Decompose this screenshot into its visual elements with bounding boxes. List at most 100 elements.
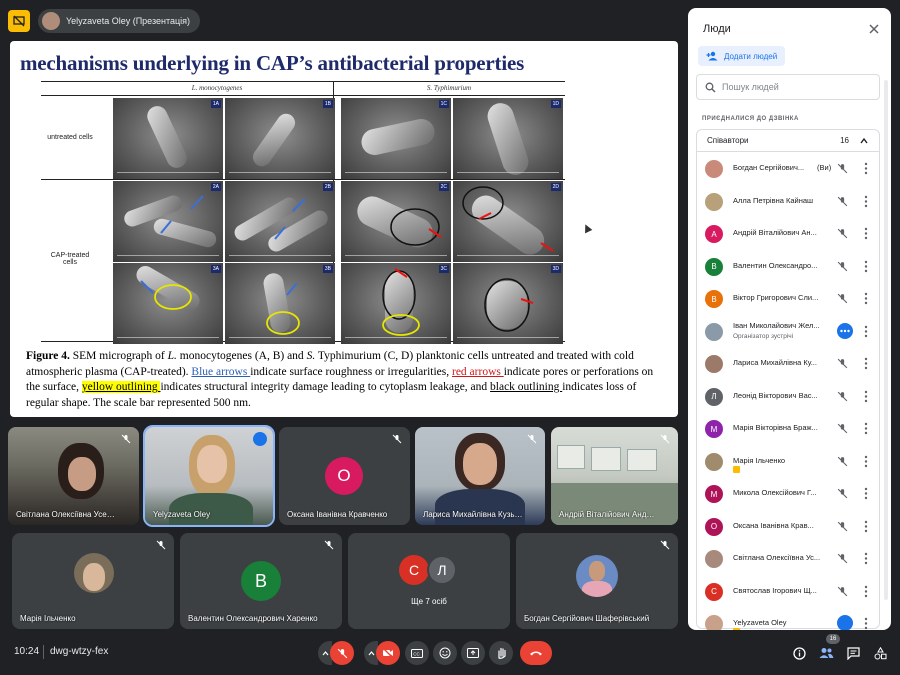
mic-off-icon[interactable] xyxy=(837,456,848,467)
header-divider xyxy=(41,95,565,96)
participant-row[interactable]: Іван Миколайович Жел... Організатор зустр… xyxy=(697,316,879,348)
close-icon[interactable] xyxy=(867,22,881,36)
add-people-button[interactable]: Додати людей xyxy=(698,46,786,66)
mic-off-icon[interactable] xyxy=(837,261,848,272)
more-vert-icon[interactable] xyxy=(864,357,868,370)
raise-hand-icon xyxy=(733,628,740,630)
mic-off-icon[interactable] xyxy=(837,586,848,597)
avatar: В xyxy=(705,257,723,276)
meeting-clock: 10:24 xyxy=(14,646,40,657)
emoji-button[interactable] xyxy=(433,641,457,665)
mic-off-icon[interactable] xyxy=(837,293,848,304)
participant-row[interactable]: В Валентин Олександро... xyxy=(697,251,879,283)
participant-name: Yelyzaveta Oley xyxy=(153,510,211,519)
more-vert-icon[interactable] xyxy=(864,292,868,305)
panel-label: 2D xyxy=(550,183,561,191)
panel-label: 1D xyxy=(550,100,561,108)
more-vert-icon[interactable] xyxy=(864,390,868,403)
participant-row[interactable]: Світлана Олексіївна Ус... xyxy=(697,543,879,575)
video-tile[interactable]: Марія Ільченко xyxy=(12,533,174,629)
participant-row[interactable]: Лариса Михайлівна Ку... xyxy=(697,348,879,380)
panel-label: 1B xyxy=(322,100,333,108)
participant-row[interactable]: Yelyzaveta Oley xyxy=(697,608,879,630)
chevron-up-icon xyxy=(322,650,328,655)
participant-row[interactable]: М Марія Вікторівна Браж... xyxy=(697,413,879,445)
more-options-icon[interactable] xyxy=(837,322,853,339)
more-vert-icon[interactable] xyxy=(864,552,868,565)
activities-button[interactable] xyxy=(871,644,889,662)
panel-scrollbar[interactable] xyxy=(884,80,888,600)
participant-row[interactable]: Л Леонід Вікторович Вас... xyxy=(697,381,879,413)
video-tile-active[interactable]: Yelyzaveta Oley xyxy=(143,425,275,527)
participant-row[interactable]: В Віктор Григорович Сли... xyxy=(697,283,879,315)
micrograph-2c: 2C xyxy=(341,181,451,262)
more-vert-icon[interactable] xyxy=(864,325,868,338)
more-vert-icon[interactable] xyxy=(864,455,868,468)
mic-off-icon[interactable] xyxy=(837,228,848,239)
micrograph-1b: 1B xyxy=(225,98,335,179)
participant-name: Андрій Віталійович Андру... xyxy=(559,510,658,519)
participant-row[interactable]: А Андрій Віталійович Ан... xyxy=(697,218,879,250)
avatar: М xyxy=(705,420,723,438)
panel-label: 3B xyxy=(322,265,333,273)
contributors-group: Співавтори 16 Богдан Сергійович... (Ви) Ал… xyxy=(696,129,880,630)
avatar xyxy=(705,355,723,373)
more-vert-icon[interactable] xyxy=(864,585,868,598)
search-people-input[interactable]: Пошук людей xyxy=(696,74,880,100)
participant-name: Святослав Ігорович Щ... xyxy=(733,585,817,595)
mic-off-icon[interactable] xyxy=(837,163,848,174)
mic-off-icon xyxy=(324,540,334,550)
more-vert-icon[interactable] xyxy=(864,162,868,175)
more-vert-icon[interactable] xyxy=(864,422,868,435)
presenter-chip[interactable]: Yelyzaveta Oley (Презентація) xyxy=(38,9,201,33)
captions-button[interactable]: CC xyxy=(405,641,429,665)
row-label-untreated: untreated cells xyxy=(47,134,93,141)
mic-off-icon[interactable] xyxy=(837,488,848,499)
mic-off-icon[interactable] xyxy=(837,423,848,434)
mic-off-icon xyxy=(392,434,402,444)
participant-row[interactable]: С Святослав Ігорович Щ... xyxy=(697,576,879,608)
participant-row[interactable]: Алла Петрівна Кайнаш xyxy=(697,186,879,218)
participant-name: Yelyzaveta Oley xyxy=(733,618,787,627)
chat-button[interactable] xyxy=(844,644,862,662)
mic-off-icon[interactable] xyxy=(837,391,848,402)
more-vert-icon[interactable] xyxy=(864,195,868,208)
mic-off-icon[interactable] xyxy=(837,553,848,564)
more-vert-icon[interactable] xyxy=(864,487,868,500)
video-tile[interactable]: О Оксана Іванівна Кравченко xyxy=(279,427,410,525)
participant-row[interactable]: О Оксана Іванівна Крав... xyxy=(697,511,879,543)
others-tile[interactable]: С Л Ще 7 осіб xyxy=(348,533,510,629)
micrograph-2a: 2A xyxy=(113,181,223,262)
video-tile[interactable]: Лариса Михайлівна Кузьм... xyxy=(415,427,545,525)
more-vert-icon[interactable] xyxy=(864,520,868,533)
participant-name: Світлана Олексіївна Усенко xyxy=(16,510,119,519)
more-vert-icon[interactable] xyxy=(864,227,868,240)
more-vert-icon[interactable] xyxy=(864,260,868,273)
more-vert-icon[interactable] xyxy=(864,617,868,630)
end-call-button[interactable] xyxy=(520,641,552,665)
raise-hand-button[interactable] xyxy=(489,641,513,665)
participant-row[interactable]: Марія Ільченко xyxy=(697,446,879,478)
mic-toggle-button[interactable] xyxy=(330,641,354,665)
mic-off-icon[interactable] xyxy=(837,521,848,532)
avatar: О xyxy=(325,457,363,495)
camera-toggle-button[interactable] xyxy=(376,641,400,665)
people-button[interactable] xyxy=(817,644,835,662)
avatar xyxy=(705,615,723,630)
meeting-info-button[interactable] xyxy=(790,644,808,662)
participant-row[interactable]: М Микола Олексійович Г... xyxy=(697,478,879,510)
activities-icon xyxy=(874,646,886,659)
present-now-icon xyxy=(467,648,479,658)
present-now-button[interactable] xyxy=(461,641,485,665)
mouse-cursor xyxy=(581,222,593,234)
participant-row[interactable]: Богдан Сергійович... (Ви) xyxy=(697,153,879,185)
video-tile[interactable]: Богдан Сергійович Шаферівський xyxy=(516,533,678,629)
mic-off-icon[interactable] xyxy=(837,196,848,207)
video-tile[interactable]: Світлана Олексіївна Усенко xyxy=(8,427,139,525)
mic-off-icon[interactable] xyxy=(837,358,848,369)
contributors-group-header[interactable]: Співавтори 16 xyxy=(697,130,879,152)
video-tile[interactable]: В Валентин Олександрович Харенко xyxy=(180,533,342,629)
caption-text: indicates structural integrity damage le… xyxy=(160,381,491,393)
micrograph-2d: 2D xyxy=(453,181,563,262)
video-tile[interactable]: Андрій Віталійович Андру... xyxy=(551,427,678,525)
